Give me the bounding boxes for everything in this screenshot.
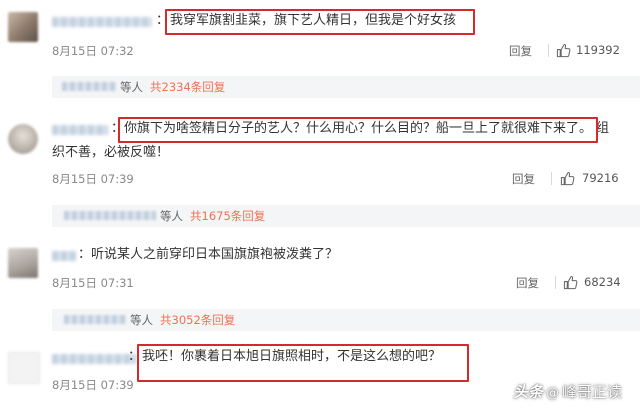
- reply-usernames-blurred: [62, 82, 116, 91]
- thumbs-up-icon[interactable]: [563, 275, 578, 290]
- sub-replies-bar[interactable]: 等人 共1675条回复: [52, 205, 640, 227]
- watermark: 头条 @ 峰哥正读: [513, 381, 622, 402]
- reply-count-link[interactable]: 共2334条回复: [150, 79, 225, 95]
- reply-usernames-blurred: [64, 315, 126, 324]
- highlight-box: [118, 117, 598, 143]
- reply-count-link[interactable]: 共1675条回复: [190, 208, 265, 224]
- reply-count-link[interactable]: 共3052条回复: [160, 312, 235, 328]
- comment-text-line2: 织不善，必被反噬！: [52, 145, 170, 160]
- thumbs-up-icon[interactable]: [556, 43, 571, 58]
- username-blurred[interactable]: [52, 17, 152, 27]
- username-blurred[interactable]: [52, 354, 136, 364]
- like-count: 79216: [582, 171, 619, 185]
- like-count: 119392: [576, 43, 620, 57]
- others-label: 等人: [160, 209, 183, 223]
- highlight-box: [137, 344, 469, 382]
- sub-replies-bar[interactable]: 等人 共2334条回复: [52, 76, 640, 98]
- reply-button[interactable]: 回复: [516, 275, 539, 291]
- divider: [548, 44, 549, 57]
- user-avatar[interactable]: [8, 124, 38, 154]
- reply-usernames-blurred: [64, 211, 156, 220]
- divider: [551, 172, 552, 185]
- comment-time: 8月15日 07:39: [52, 378, 134, 392]
- username-blurred[interactable]: [52, 251, 76, 261]
- user-avatar[interactable]: [8, 352, 40, 384]
- highlight-box: [165, 9, 475, 35]
- user-avatar[interactable]: [8, 12, 38, 42]
- others-label: 等人: [120, 80, 143, 94]
- watermark-author: 峰哥正读: [561, 383, 622, 401]
- divider: [555, 276, 556, 289]
- reply-button[interactable]: 回复: [512, 171, 535, 187]
- like-count: 68234: [584, 275, 621, 289]
- comment-time: 8月15日 07:31: [52, 276, 134, 290]
- user-avatar[interactable]: [8, 248, 38, 278]
- watermark-at: @: [545, 386, 559, 401]
- watermark-brand: 头条: [512, 383, 543, 401]
- sub-replies-bar[interactable]: 等人 共3052条回复: [52, 309, 640, 331]
- comment-time: 8月15日 07:39: [52, 172, 134, 186]
- username-blurred[interactable]: [52, 125, 108, 135]
- thumbs-up-icon[interactable]: [560, 171, 575, 186]
- reply-button[interactable]: 回复: [509, 43, 532, 59]
- comment-text: ：听说某人之前穿印日本国旗旗袍被泼粪了？: [78, 247, 339, 262]
- comment-time: 8月15日 07:32: [52, 44, 134, 58]
- others-label: 等人: [130, 313, 153, 327]
